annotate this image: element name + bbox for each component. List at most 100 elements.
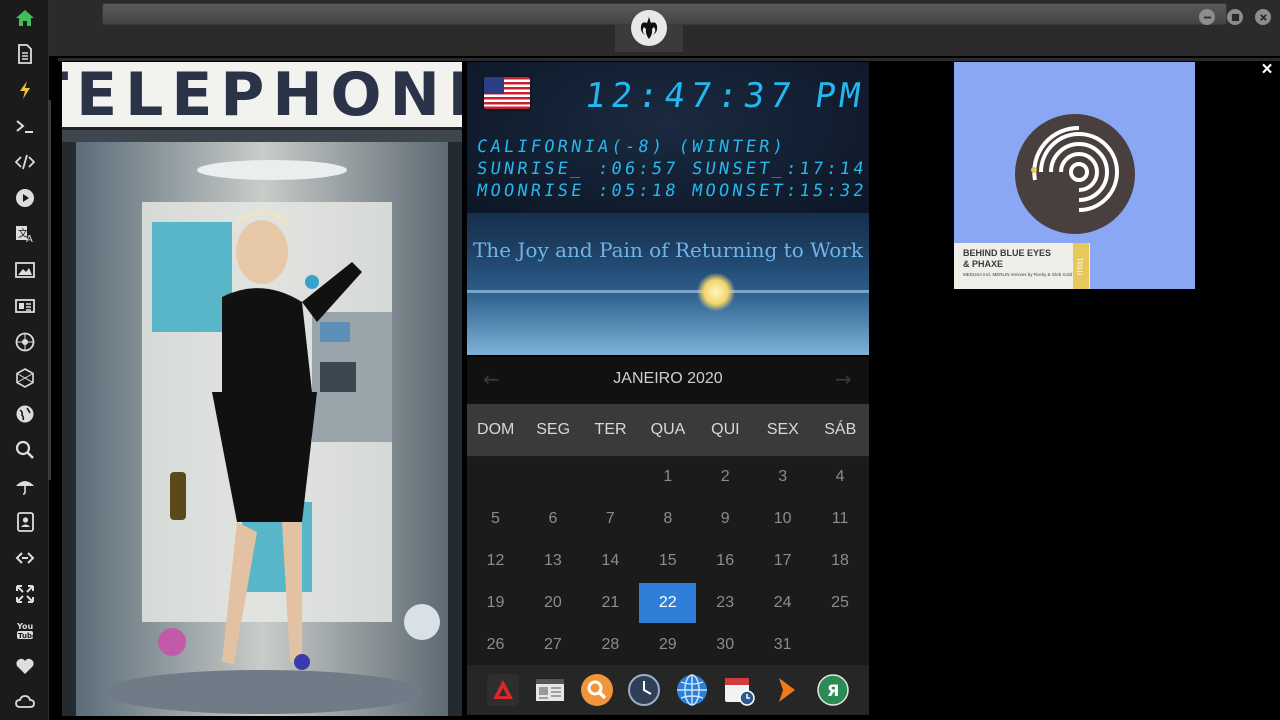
sidebar-item-home[interactable]: [0, 0, 49, 36]
telephone-sign-text: TELEPHONE: [62, 62, 462, 130]
dock-clock[interactable]: [627, 673, 661, 707]
album-art[interactable]: BEHIND BLUE EYES & PHAXE MEDUSA incl. ME…: [954, 62, 1195, 289]
calendar-day[interactable]: 25: [812, 583, 869, 623]
sidebar-item-rebel[interactable]: [0, 324, 49, 360]
calendar-day[interactable]: 23: [697, 583, 754, 623]
dock-news[interactable]: [533, 673, 567, 707]
yandex-icon: Я: [817, 674, 850, 706]
album-code-tab: IT031: [1073, 243, 1089, 289]
calendar-day[interactable]: 10: [754, 499, 811, 539]
sidebar-item-play[interactable]: [0, 180, 49, 216]
weekday-label: QUI: [711, 421, 740, 438]
sidebar-item-document[interactable]: [0, 36, 49, 72]
calendar-day[interactable]: 5: [467, 499, 524, 539]
sidebar-item-umbrella[interactable]: [0, 468, 49, 504]
calendar-day[interactable]: 16: [697, 541, 754, 581]
calendar-day[interactable]: 6: [524, 499, 581, 539]
translate-icon: 文A: [15, 226, 33, 244]
calendar-day[interactable]: 19: [467, 583, 524, 623]
dock-globe[interactable]: [675, 673, 709, 707]
minimize-button[interactable]: [1199, 9, 1215, 25]
terminal-icon: [15, 120, 33, 133]
telephone-booth-photo: TELEPHONE: [62, 62, 462, 716]
sidebar-item-expand[interactable]: [0, 576, 49, 612]
calendar-day[interactable]: 20: [524, 583, 581, 623]
calendar-next-button[interactable]: →: [835, 367, 852, 391]
sidebar-item-youtube[interactable]: You Tube: [0, 612, 49, 648]
sidebar: 文A You Tube: [0, 0, 51, 720]
dock-search[interactable]: [580, 673, 614, 707]
weekday-label: TER: [594, 421, 627, 438]
sidebar-scrollbar[interactable]: [48, 100, 51, 480]
sidebar-item-heart[interactable]: [0, 648, 49, 684]
calendar-day-today[interactable]: 22: [639, 583, 697, 623]
close-window-button[interactable]: [1255, 9, 1271, 25]
calendar-day[interactable]: 9: [697, 499, 754, 539]
sidebar-item-image[interactable]: [0, 252, 49, 288]
dock-calendar[interactable]: [722, 673, 756, 707]
heart-icon: [15, 658, 34, 674]
dock-arch[interactable]: [486, 673, 520, 707]
sidebar-item-link[interactable]: [0, 540, 49, 576]
sidebar-item-globe[interactable]: [0, 396, 49, 432]
calendar-widget: ← JANEIRO 2020 → DOM SEG TER QUA QUI SEX…: [467, 357, 869, 665]
calendar-day[interactable]: 15: [639, 541, 696, 581]
calendar-day[interactable]: 29: [639, 625, 696, 665]
play-icon: [15, 189, 34, 207]
close-icon: [1259, 13, 1267, 21]
calendar-day[interactable]: 30: [697, 625, 754, 665]
sidebar-item-search[interactable]: [0, 432, 49, 468]
dock-yandex[interactable]: Я: [816, 673, 850, 707]
calendar-day[interactable]: 13: [524, 541, 581, 581]
calendar-day[interactable]: 11: [812, 499, 869, 539]
globe-icon: [16, 405, 33, 423]
image-icon: [14, 262, 35, 278]
album-disc: [1015, 114, 1135, 234]
svg-text:Я: Я: [827, 681, 839, 700]
sidebar-item-cloud[interactable]: [0, 684, 49, 720]
calendar-day[interactable]: 31: [754, 625, 811, 665]
calendar-day[interactable]: 8: [639, 499, 696, 539]
link-icon: [15, 552, 34, 564]
calendar-day[interactable]: 7: [582, 499, 639, 539]
calendar-day[interactable]: 24: [754, 583, 811, 623]
news-headline[interactable]: The Joy and Pain of Returning to Work: [467, 238, 869, 262]
weekday-label: SEG: [536, 421, 571, 438]
code-icon: [14, 154, 35, 170]
dock-arrow[interactable]: [769, 673, 803, 707]
umbrella-icon: [15, 481, 34, 495]
us-flag-icon[interactable]: [484, 77, 530, 109]
svg-text:Tube: Tube: [18, 632, 35, 640]
calendar-day[interactable]: 1: [639, 457, 696, 497]
sidebar-item-contacts[interactable]: [0, 504, 49, 540]
calendar-day[interactable]: 27: [524, 625, 581, 665]
maximize-button[interactable]: [1227, 9, 1243, 25]
rebel-icon: [15, 332, 34, 352]
app-dock: Я: [467, 665, 869, 715]
calendar-day[interactable]: 18: [812, 541, 869, 581]
weekday-label: SÁB: [824, 421, 857, 438]
contacts-icon: [16, 512, 34, 532]
clock-ampm: PM: [812, 76, 867, 116]
calendar-day[interactable]: 17: [754, 541, 811, 581]
weekday-label: DOM: [477, 421, 515, 438]
close-panel-button[interactable]: ×: [1258, 60, 1276, 80]
calendar-day[interactable]: 4: [812, 457, 869, 497]
calendar-day[interactable]: 21: [582, 583, 639, 623]
sidebar-item-hexagon[interactable]: [0, 360, 49, 396]
calendar-day[interactable]: 26: [467, 625, 524, 665]
calendar-day[interactable]: 14: [582, 541, 639, 581]
sidebar-item-code[interactable]: [0, 144, 49, 180]
sidebar-item-bolt[interactable]: [0, 72, 49, 108]
album-title-line1: BEHIND BLUE EYES: [963, 248, 1052, 258]
sidebar-item-translate[interactable]: 文A: [0, 216, 49, 252]
calendar-icon: [724, 678, 755, 706]
sidebar-item-newspaper[interactable]: [0, 288, 49, 324]
calendar-day[interactable]: 28: [582, 625, 639, 665]
calendar-weekday-row: DOM SEG TER QUA QUI SEX SÁB: [467, 404, 869, 456]
calendar-day[interactable]: 3: [754, 457, 811, 497]
calendar-day[interactable]: 2: [697, 457, 754, 497]
telephone-sign: TELEPHONE: [62, 62, 462, 130]
sidebar-item-terminal[interactable]: [0, 108, 49, 144]
calendar-day[interactable]: 12: [467, 541, 524, 581]
